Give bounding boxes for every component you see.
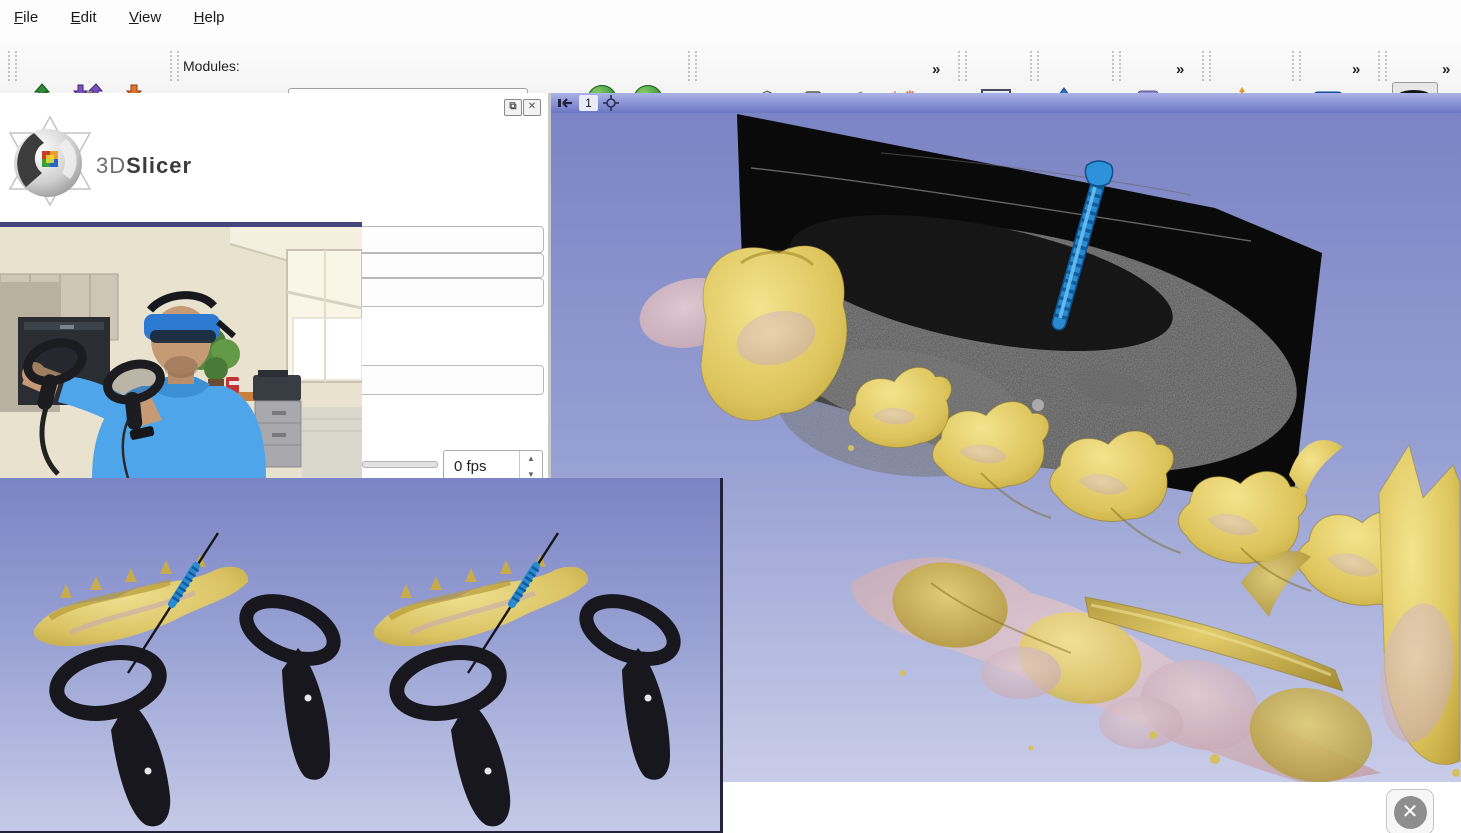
close-panel-button[interactable]: ✕ <box>523 99 541 116</box>
overflow-chevron[interactable]: » <box>1352 61 1358 78</box>
toolbar-grip[interactable] <box>958 51 967 81</box>
view-label: 1 <box>579 95 598 111</box>
pin-icon[interactable] <box>557 97 573 109</box>
toolbar-grip[interactable] <box>1292 51 1301 81</box>
parameter-field[interactable] <box>330 278 544 307</box>
bottom-bar <box>723 782 1461 833</box>
vr-left-eye-view <box>34 533 342 826</box>
menu-bar: File Edit View Help <box>0 0 1461 39</box>
menu-file[interactable]: File <box>14 9 38 26</box>
webcam-photo <box>0 222 362 478</box>
toolbar-grip[interactable] <box>1030 51 1039 81</box>
menu-edit[interactable]: Edit <box>71 9 97 26</box>
toolbar-grip[interactable] <box>688 51 697 81</box>
fps-slider[interactable] <box>362 461 438 468</box>
module-panel: ⧉ ✕ 3DSlicer <box>0 93 551 481</box>
slicer-window: File Edit View Help DATA DCM <box>0 0 1461 833</box>
slicer-logo <box>4 111 96 211</box>
undock-panel-button[interactable]: ⧉ <box>504 99 522 116</box>
vr-right-eye-view <box>374 533 682 826</box>
overflow-chevron[interactable]: » <box>1442 61 1448 78</box>
menu-view[interactable]: View <box>129 9 161 26</box>
toolbar-grip[interactable] <box>1378 51 1387 81</box>
view-options-icon[interactable] <box>603 95 619 111</box>
toolbar-grip[interactable] <box>170 51 179 81</box>
main-toolbar: DATA DCM SAVE Modules: <box>0 38 1461 94</box>
parameter-field[interactable] <box>330 226 544 253</box>
slicer-logo-text: 3DSlicer <box>96 153 192 179</box>
parameter-field[interactable] <box>330 365 544 395</box>
fps-value: 0 fps <box>444 458 519 475</box>
toolbar-grip[interactable] <box>1112 51 1121 81</box>
vr-stereo-view <box>0 478 720 831</box>
modules-label: Modules: <box>183 58 240 74</box>
parameter-field[interactable] <box>330 253 544 278</box>
toolbar-grip[interactable] <box>1202 51 1211 81</box>
view-controller-bar: 1 <box>551 93 1461 113</box>
close-icon: ✕ <box>1394 796 1427 829</box>
overflow-chevron[interactable]: » <box>1176 61 1182 78</box>
vr-mirror-window[interactable] <box>0 478 723 833</box>
overflow-chevron[interactable]: » <box>932 61 938 78</box>
spin-up-icon[interactable]: ▲ <box>520 451 542 467</box>
menu-help[interactable]: Help <box>194 9 225 26</box>
close-overlay-button[interactable]: ✕ <box>1386 789 1434 833</box>
toolbar-grip[interactable] <box>8 51 17 81</box>
